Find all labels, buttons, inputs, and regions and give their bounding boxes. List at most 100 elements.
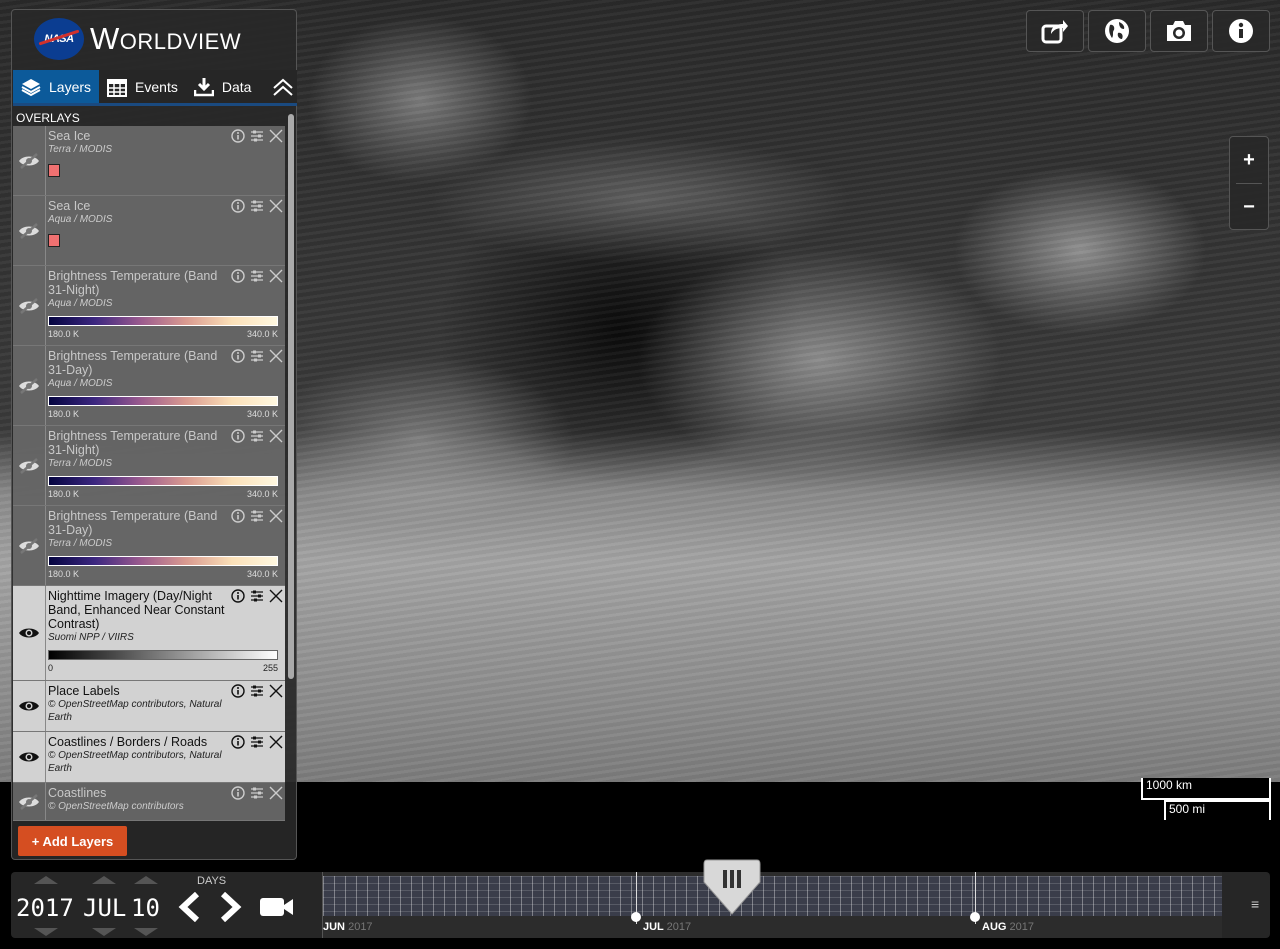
layer-item[interactable]: Brightness Temperature (Band 31-Night) Te… (13, 426, 285, 506)
sliders-icon (251, 130, 263, 142)
legend-colorbar[interactable] (48, 650, 278, 660)
tab-data[interactable]: Data (186, 70, 260, 103)
tab-layers-label: Layers (49, 78, 92, 95)
layer-item[interactable]: Sea Ice Aqua / MODIS (13, 196, 285, 266)
layer-item[interactable]: Brightness Temperature (Band 31-Night) Aq… (13, 266, 285, 346)
info-circle-icon (231, 129, 245, 143)
info-button[interactable] (1212, 10, 1270, 52)
legend-colorbar[interactable] (48, 476, 278, 486)
layer-item[interactable]: Place Labels © OpenStreetMap contributors… (13, 681, 285, 732)
close-icon (269, 684, 283, 698)
eye-icon (19, 701, 39, 711)
next-day-button[interactable] (217, 891, 243, 927)
timeline-track[interactable]: JUN 2017 JUL 2017 AUG 2017 (322, 859, 1222, 938)
layer-remove-button[interactable] (269, 269, 283, 288)
layer-info-button[interactable] (231, 269, 245, 288)
visibility-toggle[interactable] (13, 266, 46, 345)
layer-remove-button[interactable] (269, 786, 283, 805)
year-down-arrow[interactable] (34, 928, 58, 936)
month-input[interactable]: JUL (83, 894, 126, 922)
animate-button[interactable] (259, 894, 295, 925)
layer-options-button[interactable] (250, 786, 264, 805)
visibility-toggle[interactable] (13, 506, 46, 585)
visibility-toggle[interactable] (13, 586, 46, 680)
layer-remove-button[interactable] (269, 429, 283, 448)
month-down-arrow[interactable] (92, 928, 116, 936)
layer-remove-button[interactable] (269, 349, 283, 368)
legend-colorbar[interactable] (48, 556, 278, 566)
legend-colorbar[interactable] (48, 316, 278, 326)
layer-options-button[interactable] (250, 589, 264, 608)
legend-min: 0 (48, 663, 54, 673)
layer-item[interactable]: Brightness Temperature (Band 31-Day) Terr… (13, 506, 285, 586)
tab-layers[interactable]: Layers (13, 70, 100, 103)
layers-icon (21, 78, 41, 96)
interval-label[interactable]: DAYS (197, 875, 226, 887)
visibility-toggle[interactable] (13, 732, 46, 782)
layer-list-scrollbar[interactable] (288, 114, 294, 679)
close-icon (269, 129, 283, 143)
layer-remove-button[interactable] (269, 589, 283, 608)
date-slider-handle[interactable] (703, 858, 761, 916)
zoom-out-button[interactable]: − (1230, 184, 1268, 230)
layer-remove-button[interactable] (269, 129, 283, 148)
layer-options-button[interactable] (250, 684, 264, 703)
day-down-arrow[interactable] (134, 928, 158, 936)
layer-info-button[interactable] (231, 129, 245, 148)
visibility-toggle[interactable] (13, 783, 46, 820)
timeline-menu-button[interactable]: ≡ (1251, 896, 1259, 912)
layer-info-button[interactable] (231, 509, 245, 528)
layer-info-button[interactable] (231, 429, 245, 448)
layer-options-button[interactable] (250, 199, 264, 218)
legend-colorbar[interactable] (48, 396, 278, 406)
layer-options-button[interactable] (250, 509, 264, 528)
tab-events[interactable]: Events (99, 70, 186, 103)
visibility-toggle[interactable] (13, 426, 46, 505)
legend-min: 180.0 K (48, 569, 80, 579)
layer-remove-button[interactable] (269, 199, 283, 218)
year-input[interactable]: 2017 (16, 894, 74, 922)
legend-swatch[interactable] (48, 164, 60, 177)
layer-options-button[interactable] (250, 269, 264, 288)
sliders-icon (251, 736, 263, 748)
day-input[interactable]: 10 (131, 894, 160, 922)
layer-name: Brightness Temperature (Band 31-Night) (48, 269, 218, 297)
timeline-ticks (323, 876, 1222, 916)
layer-info-button[interactable] (231, 684, 245, 703)
projection-button[interactable] (1088, 10, 1146, 52)
visibility-toggle[interactable] (13, 346, 46, 425)
layer-item[interactable]: Brightness Temperature (Band 31-Day) Aqua… (13, 346, 285, 426)
day-up-arrow[interactable] (134, 876, 158, 884)
share-button[interactable] (1026, 10, 1084, 52)
layer-item[interactable]: Sea Ice Terra / MODIS (13, 126, 285, 196)
layer-name: Brightness Temperature (Band 31-Day) (48, 509, 218, 537)
visibility-toggle[interactable] (13, 126, 46, 195)
layer-info-button[interactable] (231, 589, 245, 608)
layer-actions (231, 269, 283, 288)
year-up-arrow[interactable] (34, 876, 58, 884)
layer-options-button[interactable] (250, 129, 264, 148)
layer-options-button[interactable] (250, 735, 264, 754)
collapse-sidebar-button[interactable] (269, 70, 297, 103)
visibility-toggle[interactable] (13, 196, 46, 265)
layer-info-button[interactable] (231, 199, 245, 218)
add-layers-button[interactable]: + Add Layers (18, 826, 127, 856)
layer-body: Sea Ice Aqua / MODIS (48, 199, 233, 247)
layer-item[interactable]: Nighttime Imagery (Day/Night Band, Enhan… (13, 586, 285, 681)
layer-info-button[interactable] (231, 349, 245, 368)
layer-info-button[interactable] (231, 786, 245, 805)
layer-options-button[interactable] (250, 349, 264, 368)
snapshot-button[interactable] (1150, 10, 1208, 52)
layer-item[interactable]: Coastlines / Borders / Roads © OpenStreet… (13, 732, 285, 783)
previous-day-button[interactable] (177, 891, 203, 927)
legend-swatch[interactable] (48, 234, 60, 247)
layer-item[interactable]: Coastlines © OpenStreetMap contributors (13, 783, 285, 821)
layer-info-button[interactable] (231, 735, 245, 754)
layer-options-button[interactable] (250, 429, 264, 448)
layer-remove-button[interactable] (269, 735, 283, 754)
month-up-arrow[interactable] (92, 876, 116, 884)
layer-remove-button[interactable] (269, 509, 283, 528)
zoom-in-button[interactable]: + (1230, 137, 1268, 183)
layer-remove-button[interactable] (269, 684, 283, 703)
visibility-toggle[interactable] (13, 681, 46, 731)
